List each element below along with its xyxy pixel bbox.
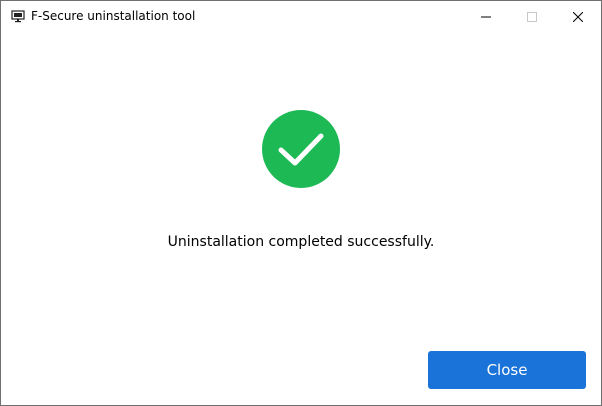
minimize-icon <box>481 16 491 17</box>
minimize-button[interactable] <box>463 1 509 32</box>
close-button[interactable]: Close <box>428 351 586 389</box>
maximize-button <box>509 1 555 32</box>
uninstall-dialog-window: F-Secure uninstallation tool Uninstallat… <box>0 0 602 406</box>
window-close-button[interactable] <box>555 1 601 32</box>
title-bar: F-Secure uninstallation tool <box>1 1 601 32</box>
checkmark-icon <box>262 110 340 188</box>
close-icon <box>573 11 583 22</box>
computer-icon <box>11 10 25 23</box>
dialog-content: Uninstallation completed successfully. C… <box>1 32 601 405</box>
window-title: F-Secure uninstallation tool <box>31 9 196 23</box>
maximize-icon <box>527 11 537 22</box>
status-message: Uninstallation completed successfully. <box>167 234 435 250</box>
